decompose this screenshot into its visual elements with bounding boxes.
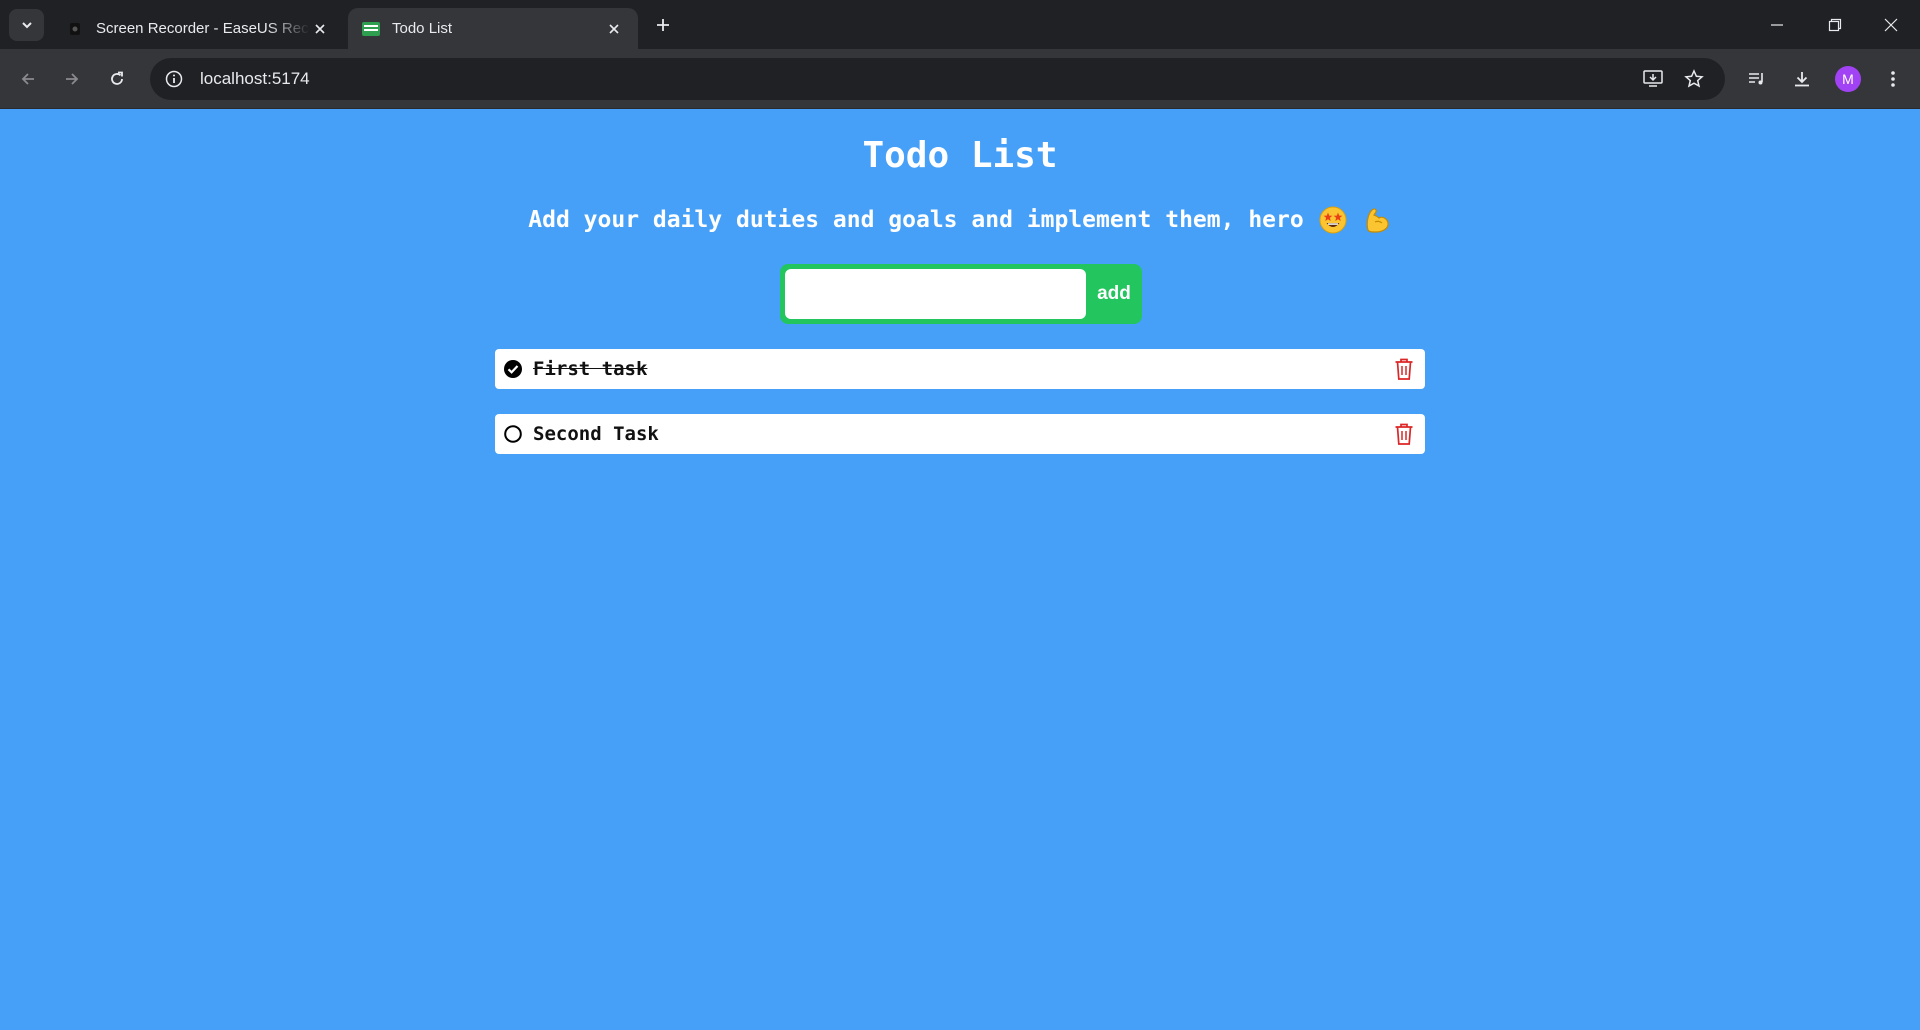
task-text[interactable]: Second Task — [533, 423, 1391, 445]
add-button[interactable]: add — [1086, 264, 1142, 324]
minimize-icon — [1771, 23, 1783, 26]
back-button[interactable] — [12, 63, 44, 95]
tab-screen-recorder[interactable]: Screen Recorder - EaseUS RecExperts — [52, 8, 344, 49]
media-controls-button[interactable] — [1741, 63, 1773, 95]
address-bar[interactable]: localhost:5174 — [150, 58, 1725, 100]
task-item: First task — [495, 349, 1425, 389]
more-vertical-icon — [1891, 71, 1895, 87]
new-tab-button[interactable] — [650, 12, 676, 38]
todo-app: Todo List Add your daily duties and goal… — [0, 109, 1920, 1030]
site-info-icon[interactable] — [156, 61, 192, 97]
bookmark-star-icon[interactable] — [1678, 63, 1710, 95]
close-icon — [1884, 18, 1898, 31]
arrow-left-icon — [21, 73, 34, 85]
profile-avatar[interactable]: M — [1835, 66, 1861, 92]
tab-search-button[interactable] — [9, 9, 44, 41]
trash-icon[interactable] — [1391, 355, 1417, 383]
downloads-button[interactable] — [1786, 63, 1818, 95]
restore-icon — [1828, 18, 1842, 31]
close-tab-icon[interactable] — [310, 19, 330, 39]
chevron-down-icon — [21, 22, 32, 29]
tab-todo-list[interactable]: Todo List — [348, 8, 638, 49]
tab-title: Screen Recorder - EaseUS RecExperts — [96, 20, 310, 37]
playlist-icon — [1749, 73, 1763, 85]
plus-icon — [657, 19, 669, 31]
install-app-icon[interactable] — [1637, 63, 1669, 95]
todo-list-favicon — [362, 20, 380, 38]
browser-menu-button[interactable] — [1877, 63, 1909, 95]
task-text[interactable]: First task — [533, 358, 1391, 380]
url-text: localhost:5174 — [200, 69, 310, 88]
unchecked-circle-icon[interactable] — [503, 424, 523, 444]
tab-title: Todo List — [392, 20, 453, 37]
task-input[interactable] — [785, 269, 1086, 319]
recorder-icon — [66, 20, 84, 38]
page-subtitle: Add your daily duties and goals and impl… — [0, 205, 1920, 235]
add-task-form: add — [780, 264, 1142, 324]
checked-circle-icon[interactable] — [503, 359, 523, 379]
forward-button[interactable] — [56, 63, 88, 95]
minimize-button[interactable] — [1748, 0, 1806, 49]
trash-icon[interactable] — [1391, 420, 1417, 448]
flexed-biceps-emoji — [1362, 205, 1392, 235]
close-window-button[interactable] — [1862, 0, 1920, 49]
page-title: Todo List — [862, 135, 1058, 176]
task-item: Second Task — [495, 414, 1425, 454]
reload-icon — [111, 71, 123, 85]
star-struck-emoji — [1318, 205, 1348, 235]
browser-tab-strip: Screen Recorder - EaseUS RecExperts Todo… — [0, 0, 1920, 49]
reload-button[interactable] — [101, 63, 133, 95]
browser-toolbar: localhost:5174 M — [0, 49, 1920, 109]
close-tab-icon[interactable] — [604, 19, 624, 39]
subtitle-text: Add your daily duties and goals and impl… — [528, 207, 1304, 233]
download-icon — [1795, 72, 1809, 87]
restore-button[interactable] — [1806, 0, 1864, 49]
arrow-right-icon — [66, 73, 79, 85]
